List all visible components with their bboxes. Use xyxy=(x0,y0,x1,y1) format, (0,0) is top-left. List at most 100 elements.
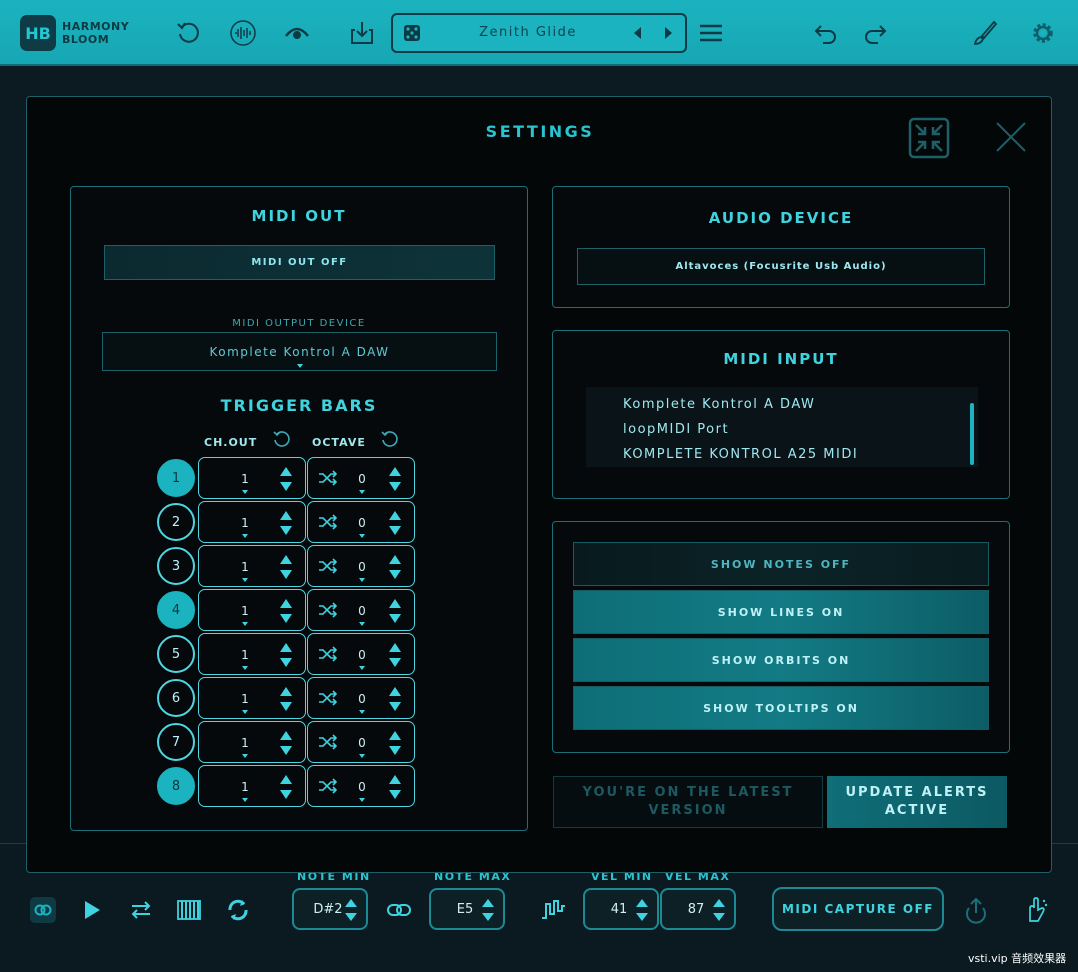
chevron-down-icon xyxy=(359,754,365,758)
up-down-arrows-icon[interactable] xyxy=(279,774,293,800)
shuffle-icon[interactable] xyxy=(318,470,338,486)
channel-out-stepper[interactable]: 1 xyxy=(198,457,306,499)
link-icon[interactable] xyxy=(29,896,57,924)
dice-icon[interactable] xyxy=(403,24,421,42)
up-down-arrows-icon[interactable] xyxy=(481,898,495,922)
audio-wave-icon[interactable] xyxy=(228,18,258,48)
octave-stepper[interactable]: 0 xyxy=(307,501,415,543)
show-tooltips-toggle[interactable]: SHOW TOOLTIPS ON xyxy=(573,686,989,730)
hand-drag-icon[interactable] xyxy=(1021,896,1049,924)
save-icon[interactable] xyxy=(347,18,377,48)
midi-input-item[interactable]: Komplete Kontrol A DAW xyxy=(623,397,815,412)
piano-keys-icon[interactable] xyxy=(175,896,203,924)
up-down-arrows-icon[interactable] xyxy=(712,898,726,922)
update-alerts-button[interactable]: UPDATE ALERTS ACTIVE xyxy=(827,776,1007,828)
midi-input-item[interactable]: KOMPLETE KONTROL A25 MIDI xyxy=(623,447,858,462)
chain-icon[interactable] xyxy=(385,896,413,924)
up-down-arrows-icon[interactable] xyxy=(279,686,293,712)
redo-icon[interactable] xyxy=(860,18,890,48)
velocity-icon[interactable] xyxy=(539,896,567,924)
up-down-arrows-icon[interactable] xyxy=(388,598,402,624)
octave-stepper[interactable]: 0 xyxy=(307,633,415,675)
up-down-arrows-icon[interactable] xyxy=(344,898,358,922)
undo-icon[interactable] xyxy=(811,18,841,48)
reset-icon[interactable] xyxy=(174,18,204,48)
trigger-bar-number[interactable]: 1 xyxy=(157,459,195,497)
midi-out-toggle-button[interactable]: MIDI OUT OFF xyxy=(104,245,495,280)
reset-octave-icon[interactable] xyxy=(380,429,400,449)
channel-out-stepper[interactable]: 1 xyxy=(198,501,306,543)
channel-out-stepper[interactable]: 1 xyxy=(198,677,306,719)
vel-min-stepper[interactable]: 41 xyxy=(583,888,659,930)
shuffle-icon[interactable] xyxy=(318,646,338,662)
octave-stepper[interactable]: 0 xyxy=(307,589,415,631)
up-down-arrows-icon[interactable] xyxy=(388,510,402,536)
next-preset-icon[interactable] xyxy=(659,24,677,42)
midi-output-device-select[interactable]: Komplete Kontrol A DAW xyxy=(102,332,497,371)
shuffle-icon[interactable] xyxy=(318,602,338,618)
morph-icon[interactable] xyxy=(282,18,312,48)
up-down-arrows-icon[interactable] xyxy=(635,898,649,922)
shuffle-icon[interactable] xyxy=(318,734,338,750)
octave-stepper[interactable]: 0 xyxy=(307,545,415,587)
midi-input-list[interactable]: Komplete Kontrol A DAW loopMIDI Port KOM… xyxy=(586,387,978,467)
trigger-bar-number[interactable]: 6 xyxy=(157,679,195,717)
channel-out-stepper[interactable]: 1 xyxy=(198,765,306,807)
up-down-arrows-icon[interactable] xyxy=(388,686,402,712)
show-lines-toggle[interactable]: SHOW LINES ON xyxy=(573,590,989,634)
up-down-arrows-icon[interactable] xyxy=(388,466,402,492)
midi-input-scrollbar[interactable] xyxy=(970,403,974,465)
show-orbits-toggle[interactable]: SHOW ORBITS ON xyxy=(573,638,989,682)
up-down-arrows-icon[interactable] xyxy=(279,466,293,492)
channel-out-stepper[interactable]: 1 xyxy=(198,545,306,587)
note-max-stepper[interactable]: E5 xyxy=(429,888,505,930)
up-down-arrows-icon[interactable] xyxy=(388,554,402,580)
audio-device-select[interactable]: Altavoces (Focusrite Usb Audio) xyxy=(577,248,985,285)
trigger-bar-number[interactable]: 7 xyxy=(157,723,195,761)
shuffle-icon[interactable] xyxy=(318,514,338,530)
midi-input-item[interactable]: loopMIDI Port xyxy=(623,422,729,437)
octave-stepper[interactable]: 0 xyxy=(307,765,415,807)
vel-max-stepper[interactable]: 87 xyxy=(660,888,736,930)
shuffle-icon[interactable] xyxy=(318,558,338,574)
channel-out-stepper[interactable]: 1 xyxy=(198,721,306,763)
octave-stepper[interactable]: 0 xyxy=(307,677,415,719)
shuffle-icon[interactable] xyxy=(318,690,338,706)
trigger-bar-number[interactable]: 5 xyxy=(157,635,195,673)
cycle-icon[interactable] xyxy=(224,896,252,924)
swap-icon[interactable] xyxy=(127,896,155,924)
menu-icon[interactable] xyxy=(696,18,726,48)
modal-title: SETTINGS xyxy=(485,122,595,141)
chevron-down-icon xyxy=(242,754,248,758)
octave-value: 0 xyxy=(358,780,366,794)
close-icon[interactable] xyxy=(995,121,1027,153)
trigger-bar-number[interactable]: 3 xyxy=(157,547,195,585)
up-down-arrows-icon[interactable] xyxy=(279,730,293,756)
midi-capture-button[interactable]: MIDI CAPTURE OFF xyxy=(772,887,944,931)
prev-preset-icon[interactable] xyxy=(629,24,647,42)
note-min-stepper[interactable]: D#2 xyxy=(292,888,368,930)
octave-stepper[interactable]: 0 xyxy=(307,457,415,499)
show-notes-toggle[interactable]: SHOW NOTES OFF xyxy=(573,542,989,586)
gear-icon[interactable] xyxy=(1028,18,1058,48)
trigger-bar-number[interactable]: 2 xyxy=(157,503,195,541)
preset-selector[interactable]: Zenith Glide xyxy=(391,13,687,53)
up-down-arrows-icon[interactable] xyxy=(279,554,293,580)
up-down-arrows-icon[interactable] xyxy=(279,598,293,624)
up-down-arrows-icon[interactable] xyxy=(388,774,402,800)
octave-stepper[interactable]: 0 xyxy=(307,721,415,763)
up-down-arrows-icon[interactable] xyxy=(388,730,402,756)
up-down-arrows-icon[interactable] xyxy=(279,510,293,536)
channel-out-stepper[interactable]: 1 xyxy=(198,589,306,631)
trigger-bar-number[interactable]: 4 xyxy=(157,591,195,629)
up-down-arrows-icon[interactable] xyxy=(279,642,293,668)
brush-icon[interactable] xyxy=(970,18,1000,48)
shuffle-icon[interactable] xyxy=(318,778,338,794)
collapse-icon[interactable] xyxy=(908,117,950,159)
export-icon[interactable] xyxy=(962,896,990,924)
channel-out-stepper[interactable]: 1 xyxy=(198,633,306,675)
up-down-arrows-icon[interactable] xyxy=(388,642,402,668)
play-icon[interactable] xyxy=(78,896,106,924)
reset-channel-icon[interactable] xyxy=(272,429,292,449)
trigger-bar-number[interactable]: 8 xyxy=(157,767,195,805)
